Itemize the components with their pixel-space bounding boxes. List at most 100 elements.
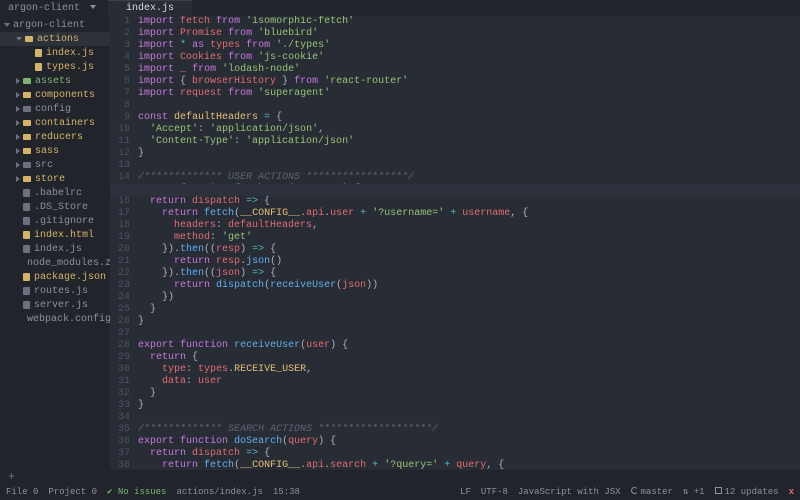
folder-config[interactable]: config — [0, 102, 110, 116]
code-line[interactable]: return dispatch(receiveUser(json)) — [138, 280, 800, 292]
code-line[interactable]: return dispatch => { — [138, 196, 800, 208]
editor-pane[interactable]: 1234567891011121314151617181920212223242… — [110, 16, 800, 470]
folder-reducers[interactable]: reducers — [0, 130, 110, 144]
code-line[interactable]: data: user — [138, 376, 800, 388]
line-number[interactable]: 26 — [110, 316, 130, 328]
code-line[interactable]: import fetch from 'isomorphic-fetch' — [138, 16, 800, 28]
code-line[interactable]: } — [138, 400, 800, 412]
line-number[interactable]: 36 — [110, 436, 130, 448]
code-line[interactable]: method: 'get' — [138, 232, 800, 244]
file-package-json[interactable]: package.json — [0, 270, 110, 284]
line-number[interactable]: 13 — [110, 160, 130, 172]
code-line[interactable]: import request from 'superagent' — [138, 88, 800, 100]
file--babelrc[interactable]: .babelrc — [0, 186, 110, 200]
code-line[interactable]: }) — [138, 292, 800, 304]
line-number[interactable]: 23 — [110, 280, 130, 292]
code-line[interactable]: 'Accept': 'application/json', — [138, 124, 800, 136]
code-line[interactable]: }).then((json) => { — [138, 268, 800, 280]
code-line[interactable]: return fetch(__CONFIG__.api.search + '?q… — [138, 460, 800, 470]
line-number[interactable]: 4 — [110, 52, 130, 64]
status-path[interactable]: actions/index.js — [176, 487, 262, 497]
line-number[interactable]: 22 — [110, 268, 130, 280]
add-pane-button[interactable]: + — [0, 470, 800, 484]
line-number[interactable]: 27 — [110, 328, 130, 340]
code-line[interactable]: return resp.json() — [138, 256, 800, 268]
line-number[interactable]: 38 — [110, 460, 130, 470]
line-number[interactable]: 31 — [110, 376, 130, 388]
file-types-js[interactable]: types.js — [0, 60, 110, 74]
line-number[interactable]: 17 — [110, 208, 130, 220]
line-number[interactable]: 3 — [110, 40, 130, 52]
line-number[interactable]: 33 — [110, 400, 130, 412]
code-line[interactable]: /************* SEARCH ACTIONS **********… — [138, 424, 800, 436]
code-line[interactable]: return fetch(__CONFIG__.api.user + '?use… — [138, 208, 800, 220]
status-fetch[interactable]: ⇅ +1 — [683, 487, 705, 497]
file--ds-store[interactable]: .DS_Store — [0, 200, 110, 214]
status-grammar[interactable]: JavaScript with JSX — [518, 487, 621, 497]
file-tree[interactable]: argon-clientactionsindex.jstypes.jsasset… — [0, 16, 110, 470]
tab-index-js[interactable]: index.js — [108, 0, 192, 16]
line-number[interactable]: 30 — [110, 364, 130, 376]
line-number[interactable]: 19 — [110, 232, 130, 244]
line-number[interactable]: 35 — [110, 424, 130, 436]
line-number[interactable]: 21 — [110, 256, 130, 268]
line-number[interactable]: 20 — [110, 244, 130, 256]
line-number[interactable]: 12 — [110, 148, 130, 160]
code-line[interactable]: } — [138, 304, 800, 316]
code-line[interactable]: 'Content-Type': 'application/json' — [138, 136, 800, 148]
folder-components[interactable]: components — [0, 88, 110, 102]
status-encoding[interactable]: UTF-8 — [481, 487, 508, 497]
code-line[interactable]: /************* USER ACTIONS ************… — [138, 172, 800, 184]
folder-store[interactable]: store — [0, 172, 110, 186]
folder-containers[interactable]: containers — [0, 116, 110, 130]
line-number[interactable]: 14 — [110, 172, 130, 184]
line-number[interactable]: 11 — [110, 136, 130, 148]
line-number[interactable]: 24 — [110, 292, 130, 304]
status-branch[interactable]: master — [631, 487, 673, 497]
file-webpack-config-js[interactable]: webpack.config.js — [0, 312, 110, 326]
line-number[interactable]: 2 — [110, 28, 130, 40]
line-number[interactable]: 6 — [110, 76, 130, 88]
code-line[interactable]: const defaultHeaders = { — [138, 112, 800, 124]
status-issues[interactable]: ✔ No issues — [107, 487, 166, 497]
line-number[interactable]: 16 — [110, 196, 130, 208]
code-line[interactable]: } — [138, 388, 800, 400]
file-server-js[interactable]: server.js — [0, 298, 110, 312]
line-number[interactable]: 9 — [110, 112, 130, 124]
code-line[interactable] — [138, 412, 800, 424]
line-number[interactable]: 7 — [110, 88, 130, 100]
code-line[interactable] — [138, 160, 800, 172]
code-line[interactable] — [138, 328, 800, 340]
file--gitignore[interactable]: .gitignore — [0, 214, 110, 228]
line-number[interactable]: 1 — [110, 16, 130, 28]
file-index-html[interactable]: index.html — [0, 228, 110, 242]
code-line[interactable]: } — [138, 316, 800, 328]
line-number[interactable]: 8 — [110, 100, 130, 112]
code-line[interactable]: return dispatch => { — [138, 448, 800, 460]
line-number[interactable]: 29 — [110, 352, 130, 364]
file-node-modules-zip[interactable]: node_modules.zip — [0, 256, 110, 270]
code-line[interactable]: import _ from 'lodash-node' — [138, 64, 800, 76]
code-area[interactable]: import fetch from 'isomorphic-fetch'impo… — [138, 16, 800, 470]
status-line-ending[interactable]: LF — [460, 487, 471, 497]
code-line[interactable]: import { browserHistory } from 'react-ro… — [138, 76, 800, 88]
folder-sass[interactable]: sass — [0, 144, 110, 158]
line-number[interactable]: 37 — [110, 448, 130, 460]
code-line[interactable]: headers: defaultHeaders, — [138, 220, 800, 232]
folder-src[interactable]: src — [0, 158, 110, 172]
line-number[interactable]: 32 — [110, 388, 130, 400]
tree-root[interactable]: argon-client — [0, 18, 110, 32]
code-line[interactable]: }).then((resp) => { — [138, 244, 800, 256]
code-line[interactable]: import Cookies from 'js-cookie' — [138, 52, 800, 64]
code-line[interactable]: export function receiveUser(user) { — [138, 340, 800, 352]
status-project[interactable]: Project 0 — [48, 487, 97, 497]
code-line[interactable]: export function doSearch(query) { — [138, 436, 800, 448]
status-cursor[interactable]: 15:38 — [273, 487, 300, 497]
file-routes-js[interactable]: routes.js — [0, 284, 110, 298]
code-line[interactable]: import Promise from 'bluebird' — [138, 28, 800, 40]
line-number[interactable]: 34 — [110, 412, 130, 424]
folder-actions[interactable]: actions — [0, 32, 110, 46]
code-line[interactable]: type: types.RECEIVE_USER, — [138, 364, 800, 376]
project-name[interactable]: argon-client — [0, 3, 104, 14]
folder-assets[interactable]: assets — [0, 74, 110, 88]
